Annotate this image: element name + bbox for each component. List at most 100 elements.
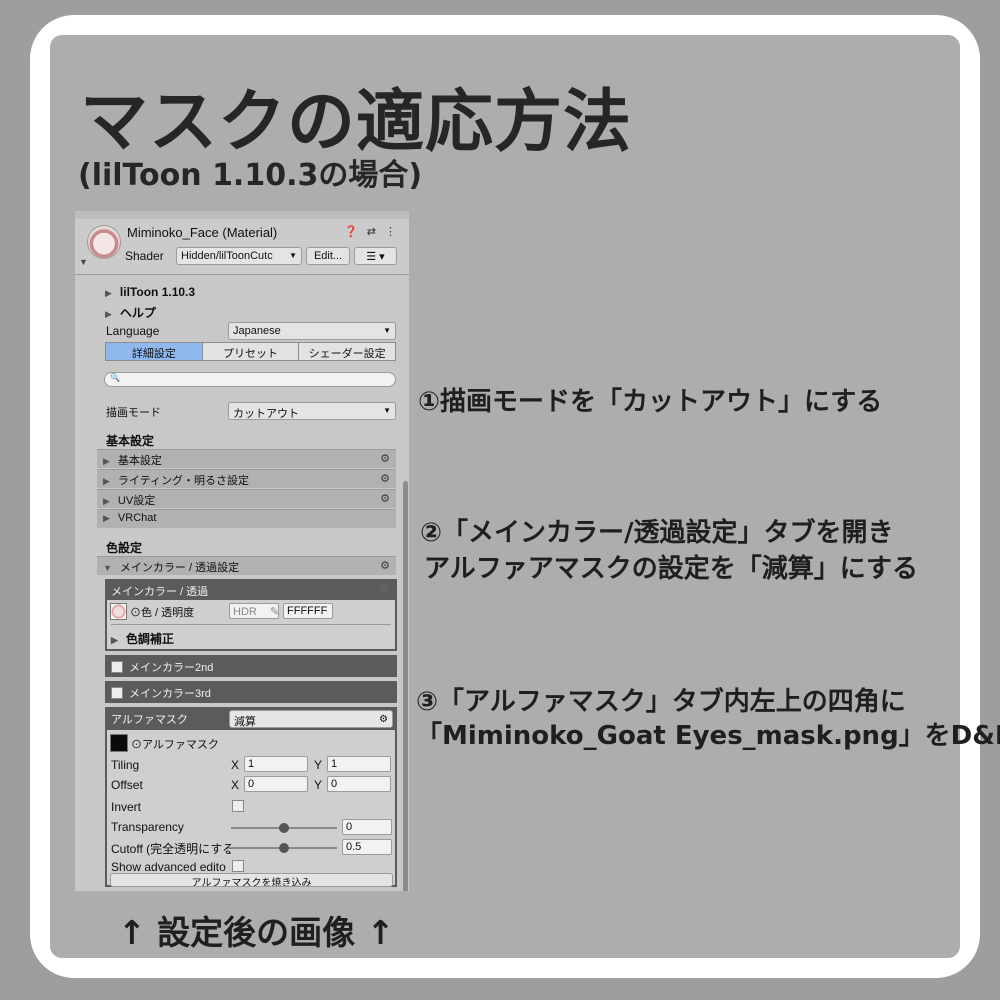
cutoff-label: Cutoff (完全透明にする — [111, 842, 231, 856]
foldout-arrow-icon: ▶ — [103, 496, 110, 506]
edit-shader-button[interactable]: Edit... — [306, 247, 350, 265]
offset-label: Offset — [111, 778, 143, 792]
settings-tabs: 詳細設定 プリセット シェーダー設定 — [105, 342, 396, 361]
gear-icon[interactable]: ⚙ — [380, 492, 390, 505]
material-name: Miminoko_Face (Material) — [127, 225, 278, 240]
inspector-body: ▶ lilToon 1.10.3 ▶ ヘルプ Language Japanese ▼ … — [75, 276, 409, 891]
tab-detail-settings[interactable]: 詳細設定 — [106, 343, 203, 360]
search-input[interactable]: 🔍 — [104, 372, 396, 387]
main-color-3rd-label: メインカラー3rd — [129, 688, 211, 700]
main-color-2nd-label: メインカラー2nd — [129, 662, 214, 674]
offset-y-field[interactable]: 0 — [327, 776, 391, 792]
advanced-label: Show advanced edito — [111, 860, 226, 874]
section-label: VRChat — [117, 512, 157, 524]
chevron-down-icon: ▼ — [383, 406, 391, 415]
chevron-down-icon: ▼ — [289, 251, 297, 260]
hex-color-field[interactable]: FFFFFF — [283, 603, 333, 619]
foldout-arrow-icon: ▶ — [105, 309, 112, 319]
gear-icon[interactable]: ⚙ — [380, 559, 390, 572]
cutoff-slider-handle[interactable] — [279, 843, 289, 853]
tiling-y-label: Y — [314, 758, 323, 772]
shader-dropdown[interactable]: Hidden/lilToonCutc ▼ — [176, 247, 302, 265]
caption-after-settings: ↑ 設定後の画像 ↑ — [118, 913, 395, 952]
cutoff-field[interactable]: 0.5 — [342, 839, 392, 855]
basic-section-title: 基本設定 — [106, 434, 155, 448]
tiling-y-field[interactable]: 1 — [327, 756, 391, 772]
main-color-box-header: メインカラー / 透過 ⚙ — [107, 581, 395, 600]
color-section-title: 色設定 — [106, 541, 143, 555]
transparency-slider-handle[interactable] — [279, 823, 289, 833]
alpha-mask-box: アルファマスク 減算 ⚙ ⊙アルファマスク Tiling X 1 Y 1 Offs… — [105, 707, 397, 887]
offset-x-field[interactable]: 0 — [244, 776, 308, 792]
alpha-mask-texture-label: ⊙アルファマスク — [131, 739, 219, 751]
invert-checkbox[interactable] — [232, 800, 244, 812]
tab-presets[interactable]: プリセット — [202, 343, 300, 360]
section-uv[interactable]: ▶ UV設定 ⚙ — [97, 489, 396, 508]
section-basic-settings[interactable]: ▶ 基本設定 ⚙ — [97, 449, 396, 468]
hdr-color-field[interactable]: HDR ✎ — [229, 603, 279, 619]
render-mode-value: カットアウト — [233, 408, 299, 420]
language-dropdown[interactable]: Japanese ▼ — [228, 322, 396, 340]
main-color-2nd-header[interactable]: メインカラー2nd — [107, 657, 395, 676]
gear-icon: ⚙ — [379, 714, 388, 725]
step-3-line-2: 「Miminoko_Goat Eyes_mask.png」をD&D — [416, 721, 1000, 751]
search-icon: 🔍 — [110, 373, 120, 382]
color-row: ⊙色 / 透明度 HDR ✎ FFFFFF — [107, 600, 395, 624]
header-icons[interactable]: ❓ ⇄ ⋮ — [344, 225, 399, 238]
version-foldout[interactable]: ▶ lilToon 1.10.3 — [105, 285, 195, 299]
main-color-box: メインカラー / 透過 ⚙ ⊙色 / 透明度 HDR ✎ FFFFFF ▶ 色調補正 — [105, 579, 397, 651]
section-vrchat[interactable]: ▶ VRChat — [97, 509, 396, 528]
enable-checkbox[interactable] — [111, 661, 123, 673]
shader-label: Shader — [125, 249, 164, 263]
foldout-arrow-icon: ▶ — [105, 288, 112, 298]
tone-correction-foldout[interactable]: ▶ 色調補正 — [111, 630, 174, 647]
page-subtitle: (lilToon 1.10.3の場合) — [78, 158, 423, 193]
language-label: Language — [106, 324, 160, 338]
texture-slot[interactable] — [110, 603, 127, 620]
foldout-open-icon: ▼ — [103, 563, 112, 573]
gear-icon[interactable]: ⚙ — [380, 452, 390, 465]
list-menu-button[interactable]: ☰ ▾ — [354, 247, 397, 265]
alpha-mask-title: アルファマスク — [111, 714, 188, 726]
version-label: lilToon 1.10.3 — [119, 285, 196, 299]
gear-icon[interactable]: ⚙ — [380, 472, 390, 485]
inspector-top-strip — [75, 211, 409, 219]
foldout-arrow-icon: ▶ — [103, 513, 110, 523]
tiling-label: Tiling — [111, 758, 140, 772]
alpha-mask-texture-slot[interactable] — [110, 734, 128, 752]
section-lighting[interactable]: ▶ ライティング・明るさ設定 ⚙ — [97, 469, 396, 488]
help-foldout[interactable]: ▶ ヘルプ — [105, 304, 156, 321]
render-mode-label: 描画モード — [106, 407, 161, 419]
foldout-arrow-icon: ▶ — [111, 635, 118, 645]
section-label: UV設定 — [117, 495, 156, 507]
gear-icon[interactable]: ⚙ — [379, 583, 389, 596]
tiling-x-label: X — [231, 758, 240, 772]
section-main-color[interactable]: ▼ メインカラー / 透過設定 ⚙ — [97, 556, 396, 575]
enable-checkbox[interactable] — [111, 687, 123, 699]
scrollbar[interactable] — [403, 481, 408, 891]
offset-x-label: X — [231, 778, 240, 792]
step-1-text: ①描画モードを「カットアウト」にする — [418, 387, 883, 417]
inspector-header: ▼ Miminoko_Face (Material) ❓ ⇄ ⋮ Shader … — [75, 211, 409, 275]
main-color-box-title: メインカラー / 透過 — [111, 586, 209, 598]
divider — [111, 624, 391, 625]
shader-value: Hidden/lilToonCutc — [181, 250, 273, 262]
section-label: メインカラー / 透過設定 — [119, 562, 240, 574]
advanced-checkbox[interactable] — [232, 860, 244, 872]
tab-shader-settings[interactable]: シェーダー設定 — [299, 343, 396, 360]
tiling-x-field[interactable]: 1 — [244, 756, 308, 772]
fold-arrow-icon[interactable]: ▼ — [79, 257, 88, 267]
bake-alpha-mask-button[interactable]: アルファマスクを焼き込み — [110, 873, 393, 887]
step-3-line-1: ③「アルファマスク」タブ内左上の四角に — [416, 687, 906, 717]
render-mode-dropdown[interactable]: カットアウト ▼ — [228, 402, 396, 420]
main-color-2nd-box: メインカラー2nd — [105, 655, 397, 677]
hdr-label: HDR — [233, 606, 257, 618]
language-value: Japanese — [233, 325, 281, 337]
main-color-3rd-header[interactable]: メインカラー3rd — [107, 683, 395, 702]
invert-label: Invert — [111, 800, 142, 814]
alpha-mask-mode-value: 減算 — [234, 716, 256, 728]
eyedropper-icon[interactable]: ✎ — [270, 606, 278, 618]
help-label: ヘルプ — [119, 306, 156, 320]
transparency-field[interactable]: 0 — [342, 819, 392, 835]
alpha-mask-mode-dropdown[interactable]: 減算 ⚙ — [229, 710, 393, 728]
